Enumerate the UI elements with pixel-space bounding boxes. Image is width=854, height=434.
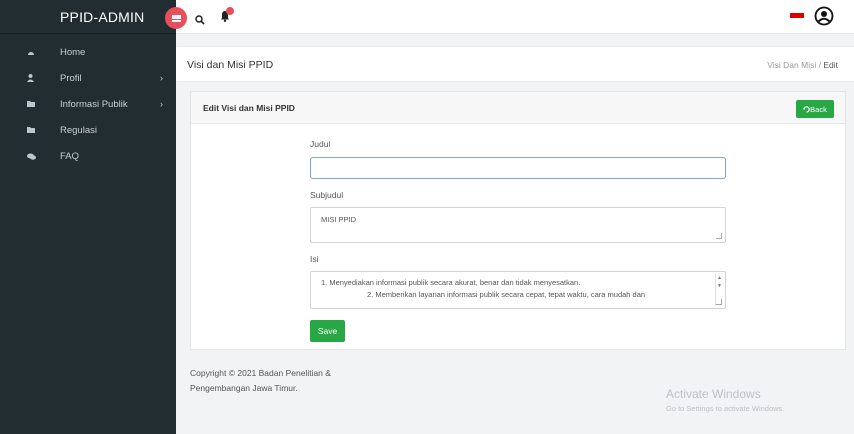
sidebar-item-label: Home bbox=[60, 46, 86, 58]
sidebar-item-label: Informasi Publik bbox=[60, 98, 128, 110]
breadcrumb-active: Edit bbox=[823, 60, 838, 70]
sidebar-item-regulasi[interactable]: Regulasi bbox=[0, 117, 176, 143]
judul-input[interactable] bbox=[310, 157, 726, 179]
sidebar-item-label: Regulasi bbox=[60, 124, 97, 136]
activate-windows-watermark: Activate Windows Go to Settings to activ… bbox=[666, 387, 784, 413]
search-icon[interactable] bbox=[195, 12, 205, 30]
resize-handle-icon[interactable] bbox=[716, 299, 722, 305]
breadcrumb-parent-link[interactable]: Visi Dan Misi bbox=[767, 60, 816, 70]
sidebar-item-label: Profil bbox=[60, 72, 82, 84]
isi-label: Isi bbox=[310, 254, 319, 264]
watermark-subtitle: Go to Settings to activate Windows. bbox=[666, 404, 785, 413]
page-title: Visi dan Misi PPID bbox=[187, 59, 274, 71]
isi-line: 2. Memberikan layanan informasi publik s… bbox=[367, 290, 646, 299]
sidebar-item-home[interactable]: Home bbox=[0, 39, 176, 65]
chevron-right-icon: › bbox=[160, 73, 163, 83]
back-arrow-icon bbox=[803, 105, 810, 113]
folder-icon bbox=[27, 127, 49, 133]
breadcrumb: Visi Dan Misi / Edit bbox=[767, 60, 838, 70]
language-flag-icon[interactable] bbox=[790, 13, 804, 23]
sidebar-item-informasi-publik[interactable]: Informasi Publik › bbox=[0, 91, 176, 117]
resize-handle-icon[interactable] bbox=[716, 233, 722, 239]
judul-label: Judul bbox=[310, 139, 331, 149]
chevron-right-icon: › bbox=[160, 99, 163, 109]
sidebar-menu: Home Profil › Informasi Publik › Regulas… bbox=[0, 39, 176, 169]
card-header: Edit Visi dan Misi PPID Back bbox=[191, 92, 845, 124]
copyright-line: Copyright © 2021 Badan Penelitian & bbox=[190, 368, 331, 378]
brand-name: PPID-ADMIN bbox=[60, 8, 145, 25]
save-button[interactable]: Save bbox=[310, 320, 345, 342]
subjudul-label: Subjudul bbox=[310, 190, 344, 200]
sidebar-item-label: FAQ bbox=[60, 150, 80, 162]
subjudul-value: MISI PPID bbox=[321, 215, 357, 224]
sidebar-item-faq[interactable]: FAQ bbox=[0, 143, 176, 169]
back-button[interactable]: Back bbox=[796, 100, 834, 118]
edit-card: Edit Visi dan Misi PPID Back Judul Subju… bbox=[190, 91, 846, 350]
card-title: Edit Visi dan Misi PPID bbox=[203, 103, 295, 113]
hamburger-icon bbox=[171, 14, 181, 22]
back-button-label: Back bbox=[810, 104, 827, 114]
folder-icon bbox=[27, 101, 49, 107]
user-account-icon[interactable] bbox=[814, 6, 834, 31]
brand-logo[interactable]: PPID-ADMIN bbox=[0, 0, 176, 34]
footer: Copyright © 2021 Badan Penelitian & Peng… bbox=[190, 366, 331, 396]
copyright-line: Pengembangan Jawa Timur. bbox=[190, 383, 298, 393]
notification-badge bbox=[226, 7, 234, 15]
subjudul-textarea[interactable]: MISI PPID bbox=[310, 207, 726, 243]
watermark-title: Activate Windows bbox=[666, 387, 761, 401]
isi-line: 1. Menyediakan informasi publik secara a… bbox=[321, 278, 581, 287]
isi-textarea[interactable]: 1. Menyediakan informasi publik secara a… bbox=[310, 271, 726, 309]
scroll-up-icon[interactable]: ▲ bbox=[716, 274, 723, 282]
content-header: Visi dan Misi PPID Visi Dan Misi / Edit bbox=[176, 46, 854, 82]
scroll-down-icon[interactable]: ▼ bbox=[716, 282, 723, 290]
sidebar-toggle-button[interactable] bbox=[165, 7, 187, 29]
notification-bell-icon[interactable] bbox=[220, 7, 234, 27]
dashboard-icon bbox=[27, 49, 49, 56]
breadcrumb-separator: / bbox=[818, 60, 821, 70]
sidebar-item-profil[interactable]: Profil › bbox=[0, 65, 176, 91]
comments-icon bbox=[27, 153, 49, 160]
sidebar: PPID-ADMIN Home Profil › Informasi Publi… bbox=[0, 0, 176, 434]
user-icon bbox=[27, 74, 49, 82]
top-navbar bbox=[165, 0, 854, 34]
